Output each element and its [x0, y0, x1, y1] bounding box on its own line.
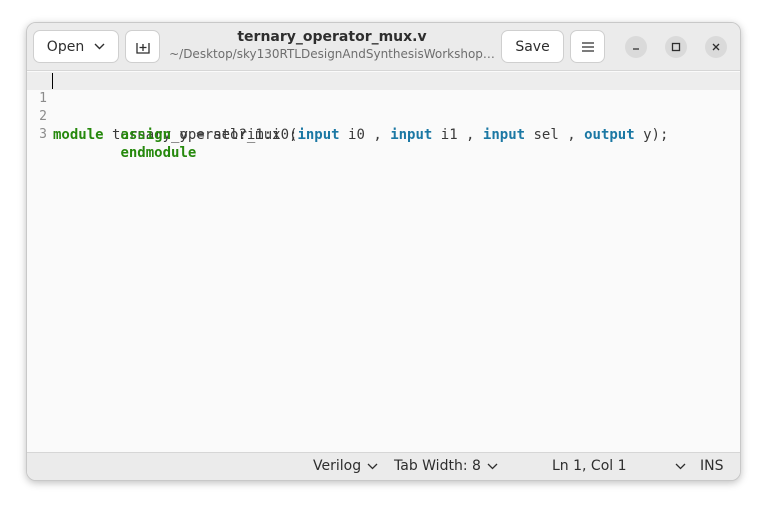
close-icon [712, 43, 720, 51]
code-line-1: 1 module ternary_operator_mux (input i0 … [27, 72, 740, 143]
minimize-icon [633, 48, 639, 50]
title-block: ternary_operator_mux.v ~/Desktop/sky130R… [167, 28, 497, 62]
new-tab-icon [135, 42, 150, 54]
keyword: input [390, 127, 433, 143]
keyword: assign [120, 127, 172, 143]
close-button[interactable] [705, 36, 727, 58]
line-number: 3 [39, 127, 47, 142]
document-path: ~/Desktop/sky130RTLDesignAndSynthesisWor… [169, 47, 495, 61]
code-fragment: i0 , [339, 127, 391, 143]
minimize-button[interactable] [625, 36, 647, 58]
tab-width-selector[interactable]: Tab Width: 8 [394, 458, 498, 474]
cursor-position-selector[interactable]: Ln 1, Col 1 [552, 458, 686, 474]
editor-window: Open ternary_operator_mux.v ~/Desktop/sk… [26, 22, 741, 481]
language-selector[interactable]: Verilog [313, 458, 378, 474]
keyword: endmodule [120, 145, 197, 161]
chevron-down-icon [487, 463, 498, 469]
header-bar: Open ternary_operator_mux.v ~/Desktop/sk… [27, 23, 740, 71]
open-button[interactable]: Open [33, 30, 119, 63]
cursor-position-label: Ln 1, Col 1 [552, 458, 627, 474]
tab-width-label: Tab Width: 8 [394, 458, 481, 474]
text-cursor [52, 73, 53, 89]
maximize-button[interactable] [665, 36, 687, 58]
status-bar: Verilog Tab Width: 8 Ln 1, Col 1 INS [27, 452, 740, 480]
code-fragment: sel , [525, 127, 585, 143]
main-menu-button[interactable] [570, 30, 605, 63]
chevron-down-icon [94, 43, 105, 50]
code-text: endmodule [53, 144, 196, 162]
save-button[interactable]: Save [501, 30, 564, 63]
hamburger-menu-icon [581, 41, 594, 52]
insert-mode-indicator[interactable]: INS [700, 458, 724, 474]
language-label: Verilog [313, 458, 362, 474]
open-button-label: Open [46, 38, 85, 55]
new-tab-button[interactable] [125, 30, 160, 63]
text-editor[interactable]: 1 module ternary_operator_mux (input i0 … [27, 71, 740, 451]
code-line-2: 2 assign y = sel?i1:i0; [27, 90, 740, 143]
code-text: assign y = sel?i1:i0; [53, 126, 297, 144]
code-line-3: 3 endmodule [27, 108, 740, 161]
document-title: ternary_operator_mux.v [237, 29, 427, 45]
chevron-down-icon [675, 463, 685, 469]
code-fragment: y); [634, 127, 669, 143]
keyword: output [584, 127, 635, 143]
keyword: input [297, 127, 340, 143]
code-fragment: i1 , [432, 127, 483, 143]
maximize-icon [671, 42, 681, 52]
code-fragment: y = sel?i1:i0; [171, 127, 298, 143]
insert-mode-label: INS [700, 458, 724, 474]
keyword: input [482, 127, 526, 143]
chevron-down-icon [367, 463, 378, 469]
